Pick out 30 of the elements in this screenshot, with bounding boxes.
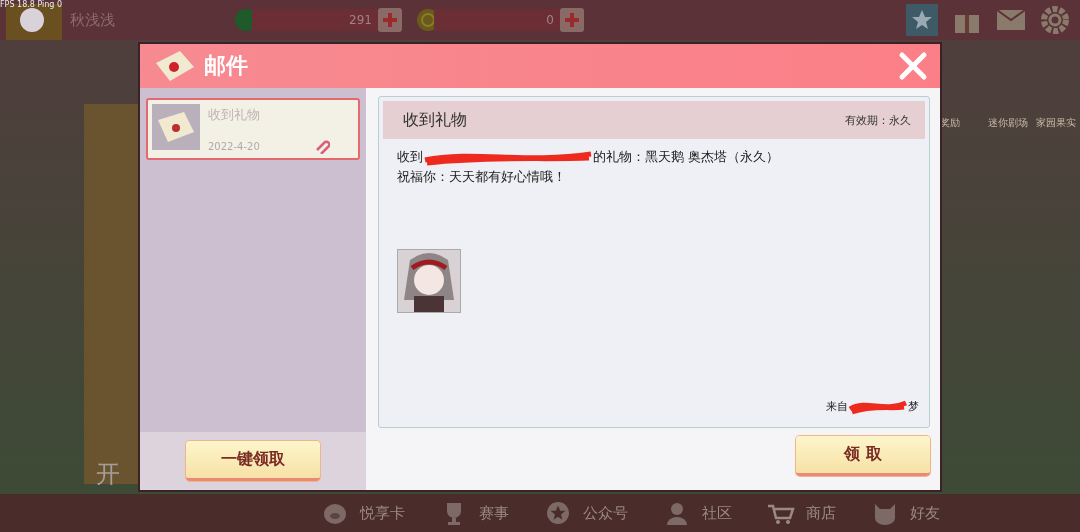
dialog-title: 邮件 <box>204 52 249 80</box>
mail-list-item[interactable]: 收到礼物 2022-4-20 <box>146 98 360 160</box>
message-text: 祝福你：天天都有好心情哦！ <box>397 168 566 186</box>
nav-label[interactable]: 好友 <box>910 503 940 523</box>
close-icon[interactable] <box>898 51 928 81</box>
plus-icon[interactable] <box>378 8 402 32</box>
claim-all-button[interactable]: 一键领取 <box>186 441 320 481</box>
message-text: 收到 <box>397 148 423 166</box>
player-name: 秋浅浅 <box>70 10 116 30</box>
message-text: 的礼物：黑天鹅 奥杰塔（永久） <box>593 148 780 166</box>
nav-label[interactable]: 悦享卡 <box>360 503 405 523</box>
message-text: 来自 <box>826 398 848 414</box>
message-text: 梦 <box>908 398 919 414</box>
shortcut-label[interactable]: 迷你剧场 <box>988 116 1028 130</box>
mail-subject: 收到礼物 <box>208 106 260 124</box>
shortcut-label[interactable]: 家园果实 <box>1036 116 1076 130</box>
plus-icon[interactable] <box>560 8 584 32</box>
nav-label[interactable]: 社区 <box>702 503 732 523</box>
card-label: 开 <box>96 459 120 490</box>
envelope-icon <box>152 104 200 150</box>
message-title: 收到礼物 <box>403 109 467 131</box>
claim-button[interactable]: 领 取 <box>796 436 930 476</box>
nav-label[interactable]: 商店 <box>806 503 836 523</box>
fps-readout: FPS 18.8 Ping 0 <box>0 0 63 10</box>
nav-label[interactable]: 赛事 <box>479 503 509 523</box>
mail-date: 2022-4-20 <box>208 141 260 152</box>
mail-icon[interactable] <box>996 8 1026 32</box>
validity-label: 有效期：永久 <box>845 112 911 128</box>
settings-icon[interactable] <box>1040 5 1070 35</box>
nav-label[interactable]: 公众号 <box>583 503 628 523</box>
